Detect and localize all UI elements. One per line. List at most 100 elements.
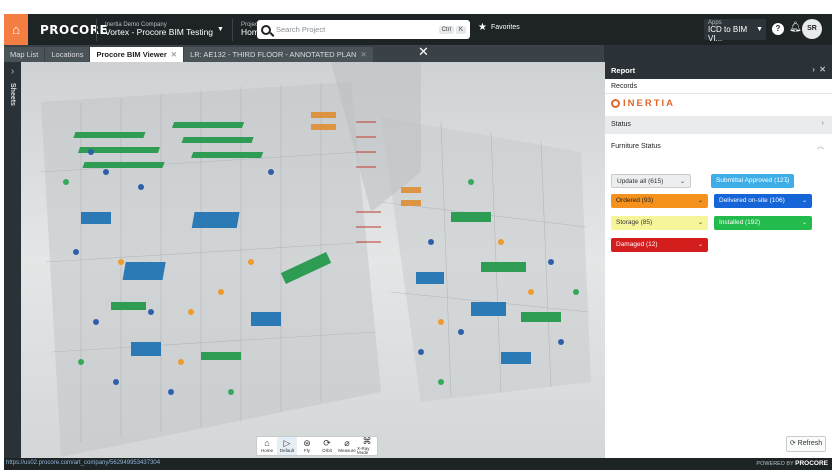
close-icon[interactable]: ✕ — [418, 44, 429, 60]
home-icon[interactable]: ⌂ — [4, 14, 28, 45]
tool-label: Fly — [304, 447, 310, 453]
refresh-label: Refresh — [797, 440, 823, 447]
tool-label: Default — [279, 447, 295, 453]
powered-by: POWERED BY PROCORE — [756, 460, 828, 467]
bell-icon[interactable]: 🔔︎ — [789, 22, 802, 33]
storage-button[interactable]: Storage (85) ⌄ — [611, 216, 708, 230]
chevron-down-icon: ⌄ — [783, 178, 789, 184]
tool-xray[interactable]: ⌘ X-Ray Mode — [357, 435, 377, 455]
tab-map-list[interactable]: Map List — [4, 47, 45, 62]
apps-selector[interactable]: Apps ICD to BIM VI... ▼ — [704, 19, 766, 43]
company-selector[interactable]: Inertia Demo Company Vortex - Procore BI… — [105, 22, 213, 38]
tool-fly[interactable]: ⊛ Fly — [297, 437, 317, 455]
chevron-down-icon: ⌄ — [679, 179, 685, 185]
bim-3d-viewport[interactable]: ⌂ Home ▷ Default ⊛ Fly ⟳ Orbit ⌀ Measure ⌘ X-R… — [21, 62, 605, 458]
tab-annotated-plan[interactable]: LR: AE132 - THIRD FLOOR - ANNOTATED PLAN… — [184, 47, 373, 62]
tool-label: Home — [260, 447, 273, 453]
procore-app: ⌂ PROCORE Inertia Demo Company Vortex - … — [4, 14, 832, 470]
tab-label: LR: AE132 - THIRD FLOOR - ANNOTATED PLAN — [190, 50, 357, 59]
panel-controls[interactable]: › ✕ — [812, 65, 826, 74]
tool-label: X-Ray Mode — [357, 445, 370, 455]
orbit-icon: ⟳ — [323, 437, 331, 448]
help-icon[interactable]: ? — [772, 23, 784, 35]
star-icon: ★ — [478, 22, 487, 33]
report-header: Report › ✕ — [605, 62, 832, 79]
status-bar: https://us02.procore.com/art_company/562… — [4, 458, 832, 470]
chevron-down-icon: ▼ — [217, 26, 224, 33]
refresh-icon: ⟳ — [789, 440, 796, 447]
close-icon[interactable]: ✕ — [171, 50, 177, 59]
chevron-up-icon: ︿ — [817, 143, 824, 150]
chevron-down-icon: ▼ — [756, 26, 763, 33]
inertia-logo: INERTIA — [605, 94, 832, 112]
delivered-button[interactable]: Delivered on-site (106) ⌄ — [714, 194, 812, 208]
tool-label: Orbit — [322, 447, 332, 453]
divider — [231, 18, 233, 41]
chevron-right-icon: › — [821, 120, 824, 127]
tool-home[interactable]: ⌂ Home — [257, 437, 277, 455]
furniture-status-section[interactable]: Furniture Status ︿ — [605, 134, 832, 150]
button-label: Storage (85) — [616, 219, 653, 226]
sheets-panel[interactable]: › Sheets — [4, 62, 21, 458]
tool-default[interactable]: ▷ Default — [277, 437, 297, 455]
installed-button[interactable]: Installed (192) ⌄ — [714, 216, 812, 230]
xray-icon: ⌘ — [362, 435, 372, 446]
tab-label: Map List — [10, 50, 39, 59]
search-placeholder: Search Project — [276, 25, 326, 34]
chevron-down-icon: ⌄ — [801, 198, 807, 204]
tool-label: Measure — [338, 447, 356, 453]
pointer-icon: ▷ — [283, 437, 291, 448]
button-label: Delivered on-site (106) — [719, 197, 785, 204]
update-all-button[interactable]: Update all (615) ⌄ — [611, 174, 691, 188]
tab-bim-viewer[interactable]: Procore BIM Viewer ✕ — [90, 47, 184, 62]
chevron-right-icon[interactable]: › — [4, 66, 21, 77]
submittal-approved-button[interactable]: Submittal Approved (127) ⌄ — [711, 174, 794, 188]
powered-brand: PROCORE — [795, 460, 828, 467]
button-label: Update all (615) — [617, 178, 664, 185]
ordered-button[interactable]: Ordered (93) ⌄ — [611, 194, 708, 208]
powered-prefix: POWERED BY — [756, 461, 794, 467]
kbd-ctrl: Ctrl — [438, 25, 454, 34]
inertia-brand: INERTIA — [623, 97, 675, 109]
sheets-label: Sheets — [9, 83, 16, 106]
screenshot-frame: ⌂ PROCORE Inertia Demo Company Vortex - … — [0, 0, 836, 472]
close-icon[interactable]: ✕ — [360, 50, 366, 59]
button-label: Ordered (93) — [616, 197, 654, 204]
favorites-label: Favorites — [490, 24, 520, 31]
procore-logo: PROCORE — [40, 22, 109, 37]
chevron-down-icon: ⌄ — [697, 242, 703, 248]
kbd-k: K — [455, 25, 466, 34]
apps-name: ICD to BIM VI... — [708, 25, 748, 43]
bim-model-render — [21, 62, 605, 458]
home-icon: ⌂ — [264, 437, 270, 448]
report-title: Report — [611, 66, 636, 75]
measure-icon: ⌀ — [344, 437, 350, 448]
furniture-status-label: Furniture Status — [611, 143, 661, 150]
tool-measure[interactable]: ⌀ Measure — [337, 437, 357, 455]
company-name: Vortex - Procore BIM Testing — [105, 27, 214, 38]
report-panel: Report › ✕ Records INERTIA Status › Furn… — [605, 62, 832, 458]
tab-label: Procore BIM Viewer — [96, 50, 167, 59]
damaged-button[interactable]: Damaged (12) ⌄ — [611, 238, 708, 252]
tab-label: Locations — [51, 50, 84, 59]
tab-locations[interactable]: Locations — [45, 47, 90, 62]
button-label: Damaged (12) — [616, 241, 658, 248]
button-label: Installed (192) — [719, 219, 761, 226]
status-url: https://us02.procore.com/art_company/562… — [6, 460, 161, 466]
chevron-down-icon: ⌄ — [801, 220, 807, 226]
avatar[interactable]: SR — [802, 19, 822, 39]
search-input[interactable]: Search Project Ctrl K — [257, 20, 470, 39]
tool-orbit[interactable]: ⟳ Orbit — [317, 437, 337, 455]
status-section[interactable]: Status › — [605, 116, 832, 134]
chevron-down-icon: ⌄ — [697, 198, 703, 204]
inertia-logo-icon — [611, 98, 620, 108]
refresh-button[interactable]: ⟳ Refresh — [786, 436, 826, 452]
fly-icon: ⊛ — [303, 437, 311, 448]
tab-strip: Map List Locations Procore BIM Viewer ✕ L… — [4, 45, 604, 62]
status-label: Status — [611, 121, 631, 128]
favorites-button[interactable]: ★ Favorites — [478, 22, 520, 33]
button-label: Submittal Approved (127) — [716, 177, 790, 184]
search-icon — [261, 24, 271, 35]
chevron-down-icon: ⌄ — [697, 220, 703, 226]
records-tab[interactable]: Records — [605, 79, 832, 94]
